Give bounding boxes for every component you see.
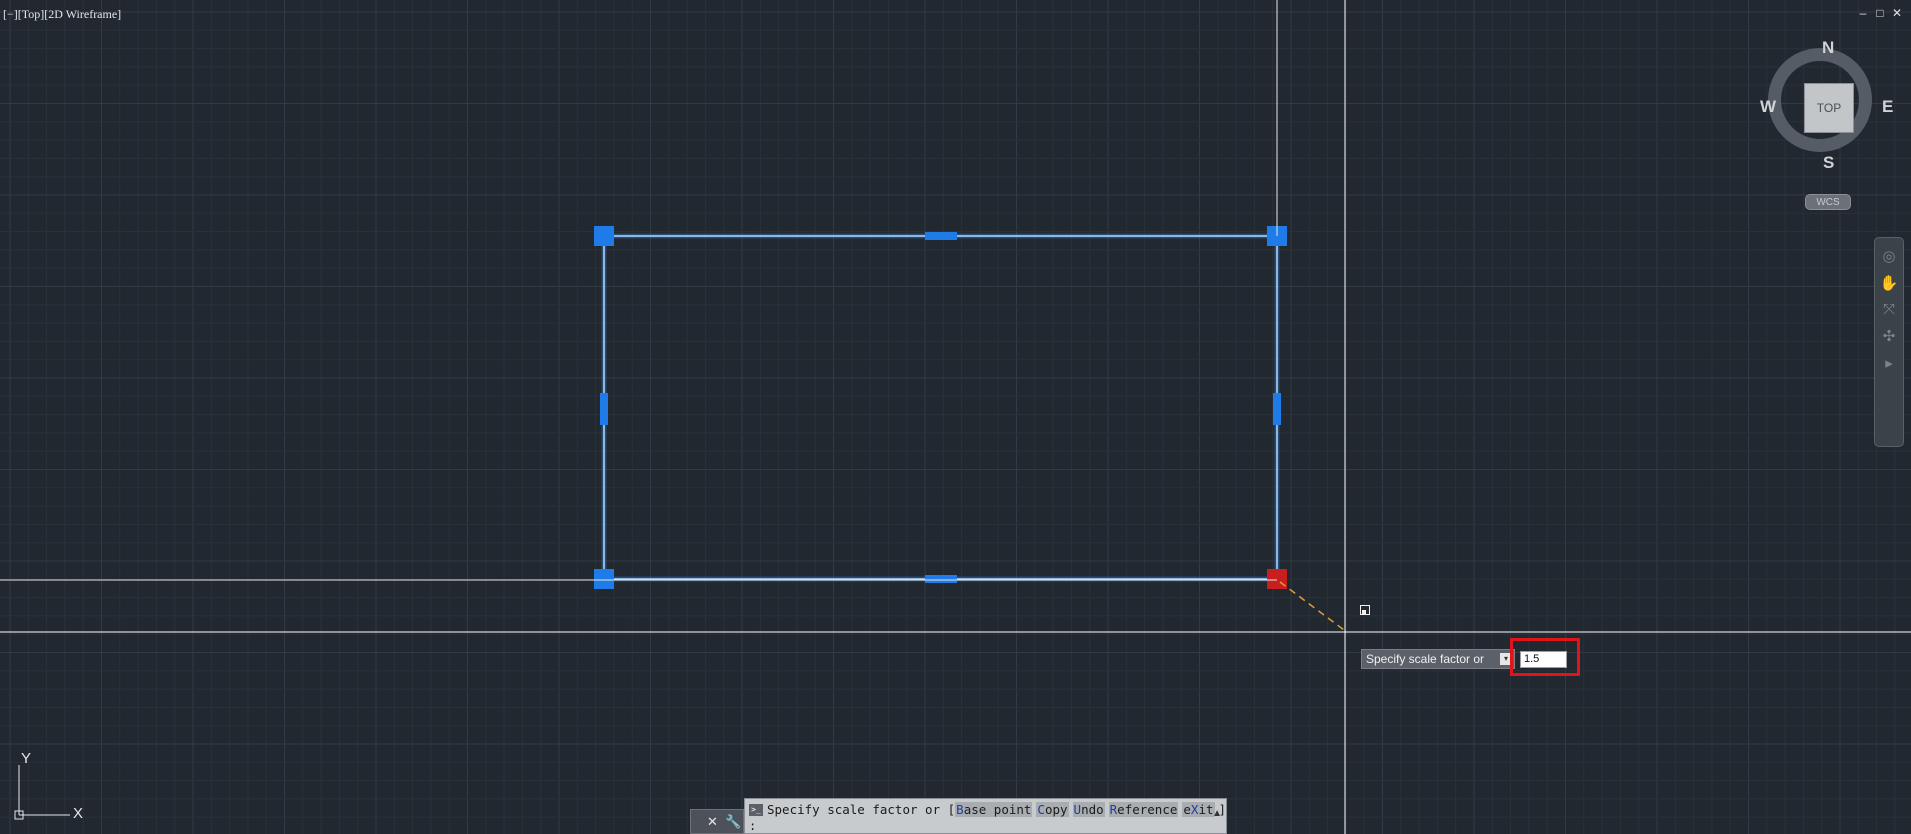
command-prefix: Specify scale factor or [ <box>767 802 956 817</box>
command-line[interactable]: >_ Specify scale factor or [ Base point … <box>744 798 1227 834</box>
navigation-bar[interactable]: ◎ ✋ ⤧ ✣ ▸ <box>1874 237 1904 447</box>
viewport-window-controls: – □ ✕ <box>1857 6 1903 20</box>
pickbox-cursor-icon <box>1360 605 1370 615</box>
command-line-grip[interactable]: ✕ 🔧 <box>690 809 744 834</box>
dynamic-input-prompt-text: Specify scale factor or <box>1366 652 1485 666</box>
option-undo[interactable]: Undo <box>1072 802 1105 817</box>
ucs-icon: Y X <box>14 750 83 822</box>
command-prompt-icon[interactable]: >_ <box>749 803 763 816</box>
midpoint-grip-right[interactable] <box>1273 393 1281 425</box>
drawing-canvas[interactable]: Y X <box>0 0 1911 834</box>
close-icon[interactable]: ✕ <box>1891 6 1903 20</box>
option-reference[interactable]: Reference <box>1108 802 1179 817</box>
corner-grip-top-left[interactable] <box>594 226 614 246</box>
ucs-menu-button[interactable]: WCS <box>1805 194 1851 210</box>
command-prompt-row: >_ Specify scale factor or [ Base point … <box>749 802 1226 817</box>
orbit-icon[interactable]: ✣ <box>1875 327 1903 345</box>
viewcube[interactable]: TOP N S E W <box>1760 38 1894 180</box>
customize-icon[interactable]: 🔧 <box>725 814 741 830</box>
option-copy[interactable]: Copy <box>1036 802 1069 817</box>
close-command-line-icon[interactable]: ✕ <box>707 814 718 830</box>
hot-grip-bottom-right[interactable] <box>1267 569 1287 589</box>
ucs-y-label: Y <box>21 750 31 767</box>
dynamic-input-prompt: Specify scale factor or ▾ <box>1361 649 1515 669</box>
midpoint-grip-left[interactable] <box>600 393 608 425</box>
compass-west[interactable]: W <box>1760 97 1776 117</box>
option-exit[interactable]: eXit <box>1182 802 1215 817</box>
option-base-point[interactable]: Base point <box>955 802 1033 817</box>
command-history-icon[interactable]: ▲ <box>1212 808 1222 819</box>
viewport-controls-label[interactable]: [−][Top][2D Wireframe] <box>3 7 121 22</box>
viewcube-top-face[interactable]: TOP <box>1804 83 1854 133</box>
midpoint-grip-bottom[interactable] <box>925 575 957 583</box>
zoom-extents-icon[interactable]: ⤧ <box>1875 301 1903 318</box>
compass-south[interactable]: S <box>1823 153 1834 173</box>
compass-east[interactable]: E <box>1882 97 1893 117</box>
highlight-box <box>1510 638 1580 676</box>
restore-icon[interactable]: □ <box>1874 6 1886 20</box>
drawing-grid <box>0 0 1911 834</box>
minimize-icon[interactable]: – <box>1857 6 1869 20</box>
midpoint-grip-top[interactable] <box>925 232 957 240</box>
steering-wheel-icon[interactable]: ◎ <box>1875 247 1903 265</box>
ucs-x-label: X <box>73 805 83 822</box>
pan-icon[interactable]: ✋ <box>1875 274 1903 292</box>
rubber-band-line <box>1279 581 1345 631</box>
corner-grip-bottom-left[interactable] <box>594 569 614 589</box>
compass-north[interactable]: N <box>1822 38 1834 58</box>
command-input-line[interactable]: : <box>749 819 756 833</box>
showmotion-icon[interactable]: ▸ <box>1875 354 1903 372</box>
